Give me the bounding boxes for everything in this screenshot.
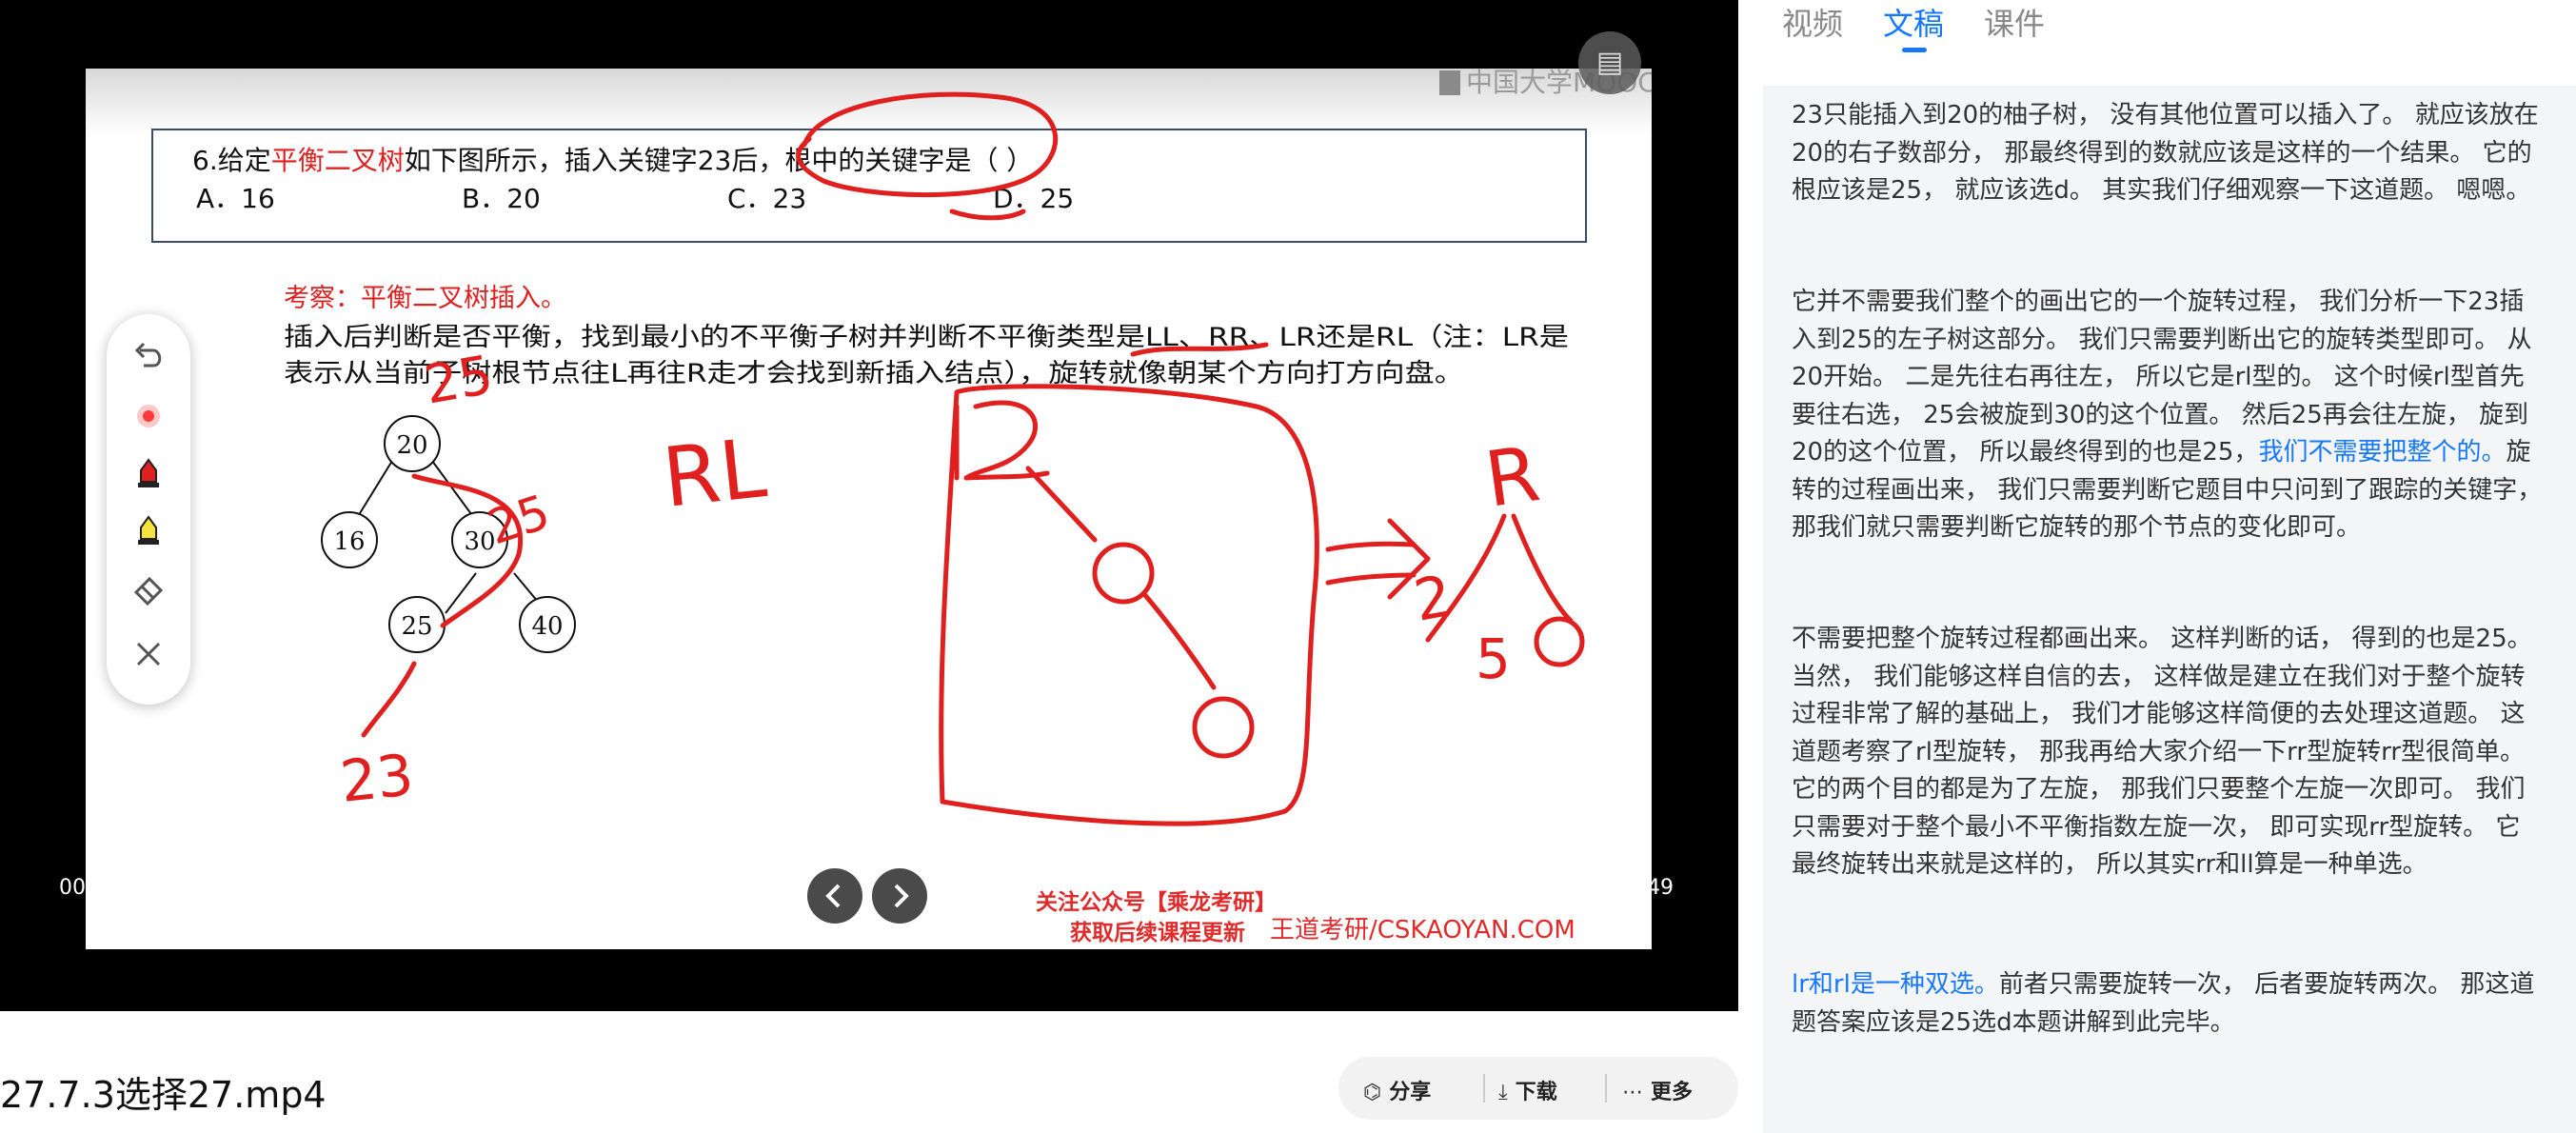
tree-node: 25 xyxy=(388,596,446,653)
active-tab-indicator xyxy=(1902,48,1927,52)
option-a: A．16 xyxy=(196,183,275,214)
handwritten-2: 2 xyxy=(1409,563,1456,635)
time-current: 00 xyxy=(59,876,86,900)
close-icon[interactable] xyxy=(125,630,172,678)
next-slide-button[interactable] xyxy=(872,868,927,924)
handwritten-5: 5 xyxy=(1476,626,1511,691)
handwritten-insert-line xyxy=(361,661,417,738)
transcript-paragraph: 23只能插入到20的柚子树， 没有其他位置可以插入了。 就应该放在20的右子数部… xyxy=(1792,101,2539,205)
mooc-logo-icon xyxy=(1439,70,1460,95)
ad-line-1: 关注公众号【乘龙考研】 xyxy=(1036,890,1277,915)
divider xyxy=(1483,1074,1485,1103)
highlighter-icon[interactable] xyxy=(125,507,172,554)
handwritten-arrow xyxy=(1325,541,1417,552)
video-title: 27.7.3选择27.mp4 xyxy=(0,1074,327,1116)
tree-node: 20 xyxy=(384,415,441,472)
laser-pointer-icon[interactable] xyxy=(125,392,172,440)
ad-line-2: 获取后续课程更新 xyxy=(1070,921,1245,945)
share-button[interactable]: ⌬ 分享 xyxy=(1363,1075,1431,1104)
tab-transcript[interactable]: 文稿 xyxy=(1883,0,1944,44)
video-player[interactable]: 中国大学MOOC 6.给定平衡二叉树如下图所示，插入关键字23后，根中的关键字是… xyxy=(0,0,1738,1011)
handwritten-stroke xyxy=(963,400,1050,481)
svg-text:40: 40 xyxy=(531,612,563,641)
time-total: 49 xyxy=(1647,876,1674,900)
pen-icon[interactable] xyxy=(125,449,172,497)
handwritten-box xyxy=(939,384,1319,826)
annotation-toolbar xyxy=(107,314,190,705)
handwritten-RL: RL xyxy=(659,421,771,527)
video-actions: ⌬ 分享 ⤓ 下载 ⋯ 更多 xyxy=(1338,1057,1738,1120)
handwritten-stroke xyxy=(1141,591,1217,690)
brand-text: 王道考研/CSKAOYAN.COM xyxy=(1270,916,1575,944)
download-icon: ⤓ xyxy=(1498,1081,1508,1104)
share-icon: ⌬ xyxy=(1363,1081,1382,1104)
handwritten-node xyxy=(1534,616,1585,667)
chevron-left-icon xyxy=(825,884,841,908)
tab-courseware[interactable]: 课件 xyxy=(1984,0,2045,44)
transcript-paragraph: lr和rl是一种双选。前者只需要旋转一次， 后者要旋转两次。 那这道题答案应该是… xyxy=(1792,970,2535,1037)
handwritten-23: 23 xyxy=(337,742,416,816)
transcript-paragraph: 不需要把整个旋转过程都画出来。 这样判断的话， 得到的也是25。 当然， 我们能… xyxy=(1792,625,2532,879)
handwritten-node xyxy=(1192,696,1255,759)
divider xyxy=(1605,1074,1607,1103)
tree-node: 40 xyxy=(519,596,576,653)
exam-point: 考察：平衡二叉树插入。 xyxy=(284,284,566,313)
handwritten-stroke xyxy=(1025,466,1098,543)
slide-canvas: 中国大学MOOC 6.给定平衡二叉树如下图所示，插入关键字23后，根中的关键字是… xyxy=(86,69,1652,826)
handwritten-R: R xyxy=(1480,429,1545,525)
svg-text:20: 20 xyxy=(396,431,427,460)
highlighted-sentence[interactable]: lr和rl是一种双选。 xyxy=(1792,970,1999,999)
transcript-panel[interactable]: 23只能插入到20的柚子树， 没有其他位置可以插入了。 就应该放在20的右子数部… xyxy=(1763,86,2576,1133)
svg-text:25: 25 xyxy=(401,612,432,641)
option-b: B．20 xyxy=(462,183,541,214)
handwritten-arrow xyxy=(1325,572,1417,586)
prev-slide-button[interactable] xyxy=(807,868,862,924)
svg-text:16: 16 xyxy=(333,527,365,556)
handwritten-stroke xyxy=(1511,513,1574,624)
chevron-right-icon xyxy=(894,884,909,908)
download-button[interactable]: ⤓ 下载 xyxy=(1498,1075,1557,1104)
eraser-icon[interactable] xyxy=(125,564,172,611)
more-icon: ⋯ xyxy=(1622,1081,1643,1104)
undo-icon[interactable] xyxy=(125,333,172,381)
tree-node: 16 xyxy=(321,511,378,568)
transcript-paragraph: 它并不需要我们整个的画出它的一个旋转过程， 我们分析一下23插入到25的左子树这… xyxy=(1792,288,2543,542)
handwritten-25-root: 25 xyxy=(420,344,497,416)
tab-video[interactable]: 视频 xyxy=(1782,0,1843,44)
option-c: C．23 xyxy=(727,183,806,214)
document-icon[interactable]: ▤ xyxy=(1578,31,1641,94)
question-text: 6.给定平衡二叉树如下图所示，插入关键字23后，根中的关键字是（ ） xyxy=(192,145,1033,176)
more-button[interactable]: ⋯ 更多 xyxy=(1622,1075,1693,1104)
lecture-slide: 中国大学MOOC 6.给定平衡二叉树如下图所示，插入关键字23后，根中的关键字是… xyxy=(86,69,1652,949)
highlighted-sentence[interactable]: 我们不需要把整个的。 xyxy=(2258,438,2506,467)
